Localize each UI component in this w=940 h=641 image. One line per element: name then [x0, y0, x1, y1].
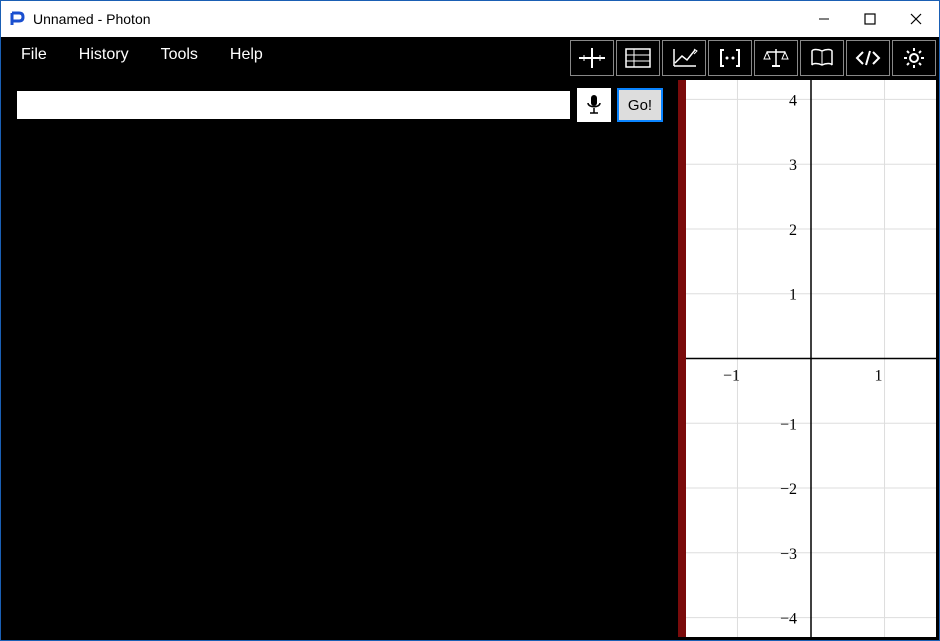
svg-text:1: 1	[875, 368, 883, 385]
svg-text:−3: −3	[780, 546, 797, 563]
svg-text:2: 2	[789, 222, 797, 239]
maximize-button[interactable]	[847, 1, 893, 37]
svg-text:−4: −4	[780, 611, 797, 628]
menu-help[interactable]: Help	[230, 46, 263, 64]
input-row: Go!	[16, 88, 663, 122]
expression-input[interactable]	[16, 90, 571, 120]
titlebar: Unnamed - Photon	[1, 1, 939, 37]
axes-icon[interactable]	[570, 40, 614, 76]
gear-icon[interactable]	[892, 40, 936, 76]
brackets-icon[interactable]	[708, 40, 752, 76]
graph-pane[interactable]: −1 1 −4 −3 −2 −1 1 2 3 4	[686, 80, 936, 637]
close-button[interactable]	[893, 1, 939, 37]
svg-text:−1: −1	[723, 368, 740, 385]
toolbar	[570, 40, 936, 76]
go-button[interactable]: Go!	[617, 88, 663, 122]
app-icon	[9, 11, 25, 27]
svg-text:1: 1	[789, 287, 797, 304]
plot-icon[interactable]	[662, 40, 706, 76]
svg-text:−1: −1	[780, 416, 797, 433]
splitter[interactable]	[678, 80, 686, 637]
svg-text:4: 4	[789, 92, 797, 109]
menu-tools[interactable]: Tools	[161, 46, 198, 64]
svg-text:−2: −2	[780, 481, 797, 498]
cartesian-grid: −1 1 −4 −3 −2 −1 1 2 3 4	[686, 80, 936, 637]
window-title: Unnamed - Photon	[33, 11, 151, 27]
book-icon[interactable]	[800, 40, 844, 76]
minimize-button[interactable]	[801, 1, 847, 37]
menu-file[interactable]: File	[21, 46, 47, 64]
menu-history[interactable]: History	[79, 46, 129, 64]
table-icon[interactable]	[616, 40, 660, 76]
mic-button[interactable]	[577, 88, 611, 122]
svg-text:3: 3	[789, 157, 797, 174]
scales-icon[interactable]	[754, 40, 798, 76]
window-controls	[801, 1, 939, 37]
code-icon[interactable]	[846, 40, 890, 76]
